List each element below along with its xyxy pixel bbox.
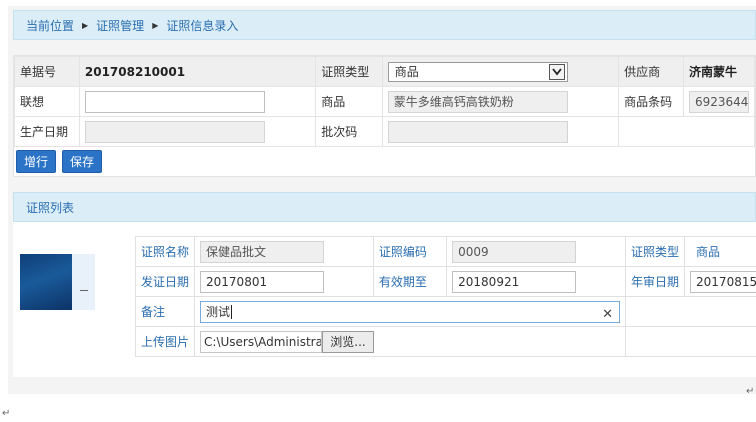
product-field: 蒙牛多维高钙高铁奶粉 xyxy=(387,90,568,113)
annual-date-label: 年审日期 xyxy=(631,275,680,289)
cert-type-label: 证照类型 xyxy=(321,65,370,79)
breadcrumb: 当前位置 ▶ 证照管理 ▶ 证照信息录入 xyxy=(13,10,756,40)
cert-entry-table: 单据号 201708210001 证照类型 商品 供应商 济南蒙牛 联想 商品 … xyxy=(14,56,756,147)
product-label: 商品 xyxy=(321,95,346,109)
issue-date-label: 发证日期 xyxy=(141,275,190,289)
cert-code-label: 证照编码 xyxy=(378,245,427,259)
doc-no-value: 201708210001 xyxy=(84,64,186,79)
paragraph-mark-icon: ↵ xyxy=(2,408,11,419)
assoc-input[interactable] xyxy=(84,90,265,113)
cert-image-thumbnail[interactable] xyxy=(20,254,95,310)
browse-button[interactable]: 浏览... xyxy=(322,330,375,353)
breadcrumb-separator-icon: ▶ xyxy=(82,20,89,30)
annual-date-input[interactable]: 20170815 xyxy=(690,270,756,293)
barcode-field: 6923644 xyxy=(688,90,749,113)
clear-icon[interactable]: ✕ xyxy=(602,305,613,325)
remark-label: 备注 xyxy=(141,305,166,319)
chevron-down-icon[interactable] xyxy=(548,63,565,80)
cert-detail-table: 证照名称 保健品批文 证照编码 0009 证照类型 商品 发证日期 201708… xyxy=(134,236,756,357)
batch-field xyxy=(387,120,568,143)
cert-entry-form: 单据号 201708210001 证照类型 商品 供应商 济南蒙牛 联想 商品 … xyxy=(13,55,756,177)
prod-date-label: 生产日期 xyxy=(20,125,69,139)
upload-label: 上传图片 xyxy=(141,335,190,349)
prod-date-field xyxy=(84,120,265,143)
cert-type-select[interactable]: 商品 xyxy=(387,61,568,82)
supplier-label: 供应商 xyxy=(624,65,661,79)
batch-label: 批次码 xyxy=(321,125,358,139)
cert-list-title: 证照列表 xyxy=(26,200,75,215)
cert-code-field: 0009 xyxy=(452,240,577,263)
barcode-label: 商品条码 xyxy=(624,95,673,109)
cert-name-field: 保健品批文 xyxy=(200,240,325,263)
breadcrumb-cert-management[interactable]: 证照管理 xyxy=(96,17,144,34)
breadcrumb-current-location: 当前位置 xyxy=(26,18,75,33)
doc-no-label: 单据号 xyxy=(20,65,57,79)
expire-date-input[interactable]: 20180921 xyxy=(452,270,577,293)
remark-input[interactable]: 测试 ✕ xyxy=(200,300,621,325)
supplier-value: 济南蒙牛 xyxy=(688,65,737,79)
cert-type-selected: 商品 xyxy=(394,64,419,79)
cert-type-list-label: 证照类型 xyxy=(631,245,680,259)
cert-name-label: 证照名称 xyxy=(141,245,190,259)
expire-date-label: 有效期至 xyxy=(378,275,427,289)
upload-file-control[interactable]: C:\Users\Administrator 浏览... xyxy=(200,330,620,353)
cert-type-list-value: 商品 xyxy=(696,245,721,259)
save-button[interactable]: 保存 xyxy=(62,150,102,173)
assoc-label: 联想 xyxy=(20,95,45,109)
cert-list-header: 证照列表 xyxy=(13,192,756,222)
breadcrumb-cert-entry: 证照信息录入 xyxy=(166,18,239,33)
upload-path-field[interactable]: C:\Users\Administrator xyxy=(200,330,323,353)
breadcrumb-separator-icon: ▶ xyxy=(152,20,159,30)
issue-date-input[interactable]: 20170801 xyxy=(200,270,325,293)
add-row-button[interactable]: 增行 xyxy=(16,150,56,173)
paragraph-mark-icon: ↵ xyxy=(746,386,755,397)
